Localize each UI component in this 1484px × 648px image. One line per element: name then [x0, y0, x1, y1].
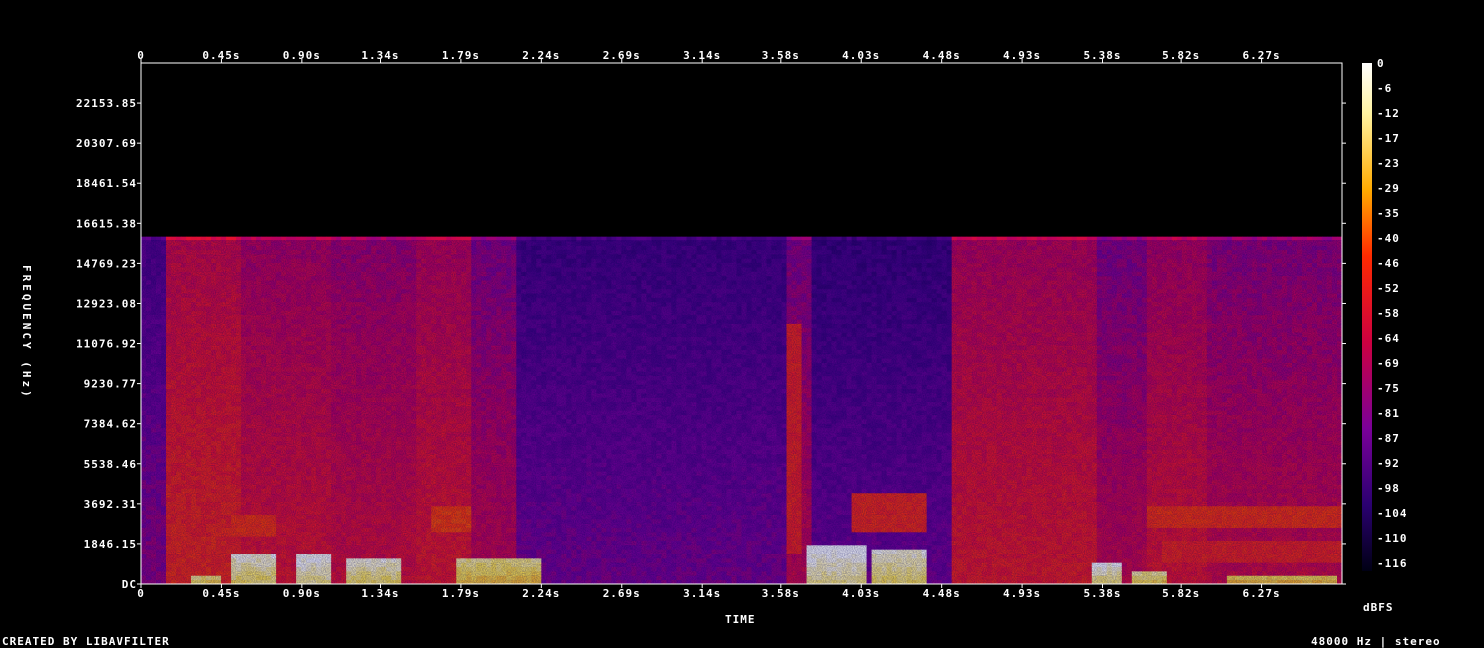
spectrogram-chart: 0 0.45s 0.90s 1.34s 1.79s 2.24s 2.69s 3.14s 3.58… — [76, 49, 1406, 600]
